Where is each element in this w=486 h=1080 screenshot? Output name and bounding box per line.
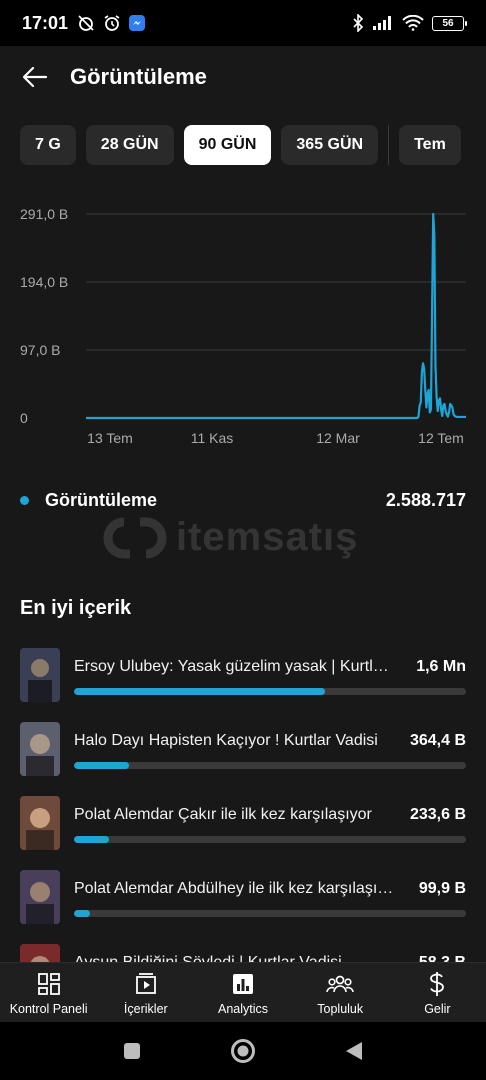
- x-tick-label: 12 Tem: [418, 430, 464, 446]
- content-views: 233,6 B: [409, 806, 466, 823]
- back-nav-icon[interactable]: [344, 1040, 364, 1062]
- messenger-icon: [129, 15, 146, 31]
- chart-legend: Görüntüleme 2.588.717: [20, 490, 466, 511]
- x-tick-label: 13 Tem: [87, 430, 133, 446]
- nav-label: Gelir: [424, 1002, 451, 1016]
- legend-label: Görüntüleme: [45, 490, 158, 510]
- nav-label: Topluluk: [317, 1002, 364, 1016]
- analytics-icon: [233, 974, 253, 994]
- period-selector: 7 G 28 GÜN 90 GÜN 365 GÜN Tem: [20, 125, 461, 165]
- x-tick-label: 12 Mar: [316, 430, 360, 446]
- series-line: [86, 212, 466, 420]
- y-tick-label: 194,0 B: [20, 274, 68, 290]
- community-icon: [326, 975, 354, 993]
- content-views-bar: [74, 762, 466, 769]
- watermark-text: itemsatış: [176, 515, 359, 559]
- content-title: Ersoy Ulubey: Yasak güzelim yasak | Kurt…: [74, 658, 394, 675]
- x-tick-label: 11 Kas: [191, 430, 234, 446]
- recent-apps-icon[interactable]: [122, 1041, 142, 1061]
- nav-item-analytics[interactable]: Analytics: [194, 963, 291, 1022]
- nav-item-content[interactable]: İçerikler: [97, 963, 194, 1022]
- status-bar: 17:01 56: [0, 0, 486, 46]
- content-title: Polat Alemdar Abdülhey ile ilk kez karşı…: [74, 880, 394, 897]
- alarm-clock-icon: [104, 15, 120, 31]
- nav-label: Kontrol Paneli: [9, 1002, 88, 1016]
- y-tick-label: 97,0 B: [20, 342, 60, 358]
- status-system-icons: 56: [352, 14, 467, 32]
- content-item[interactable]: Ersoy Ulubey: Yasak güzelim yasak | Kurt…: [0, 648, 486, 722]
- nav-item-community[interactable]: Topluluk: [292, 963, 389, 1022]
- content-views-bar: [74, 910, 466, 917]
- legend-dot: [20, 496, 29, 505]
- content-item[interactable]: Polat Alemdar Çakır ile ilk kez karşılaş…: [0, 796, 486, 870]
- alarm-off-icon: [78, 15, 94, 31]
- wifi-icon: [402, 15, 424, 31]
- battery-level: 56: [442, 17, 454, 29]
- y-tick-label: 0: [20, 410, 28, 426]
- content-item[interactable]: Halo Dayı Hapisten Kaçıyor ! Kurtlar Vad…: [0, 722, 486, 796]
- content-views-bar: [74, 688, 466, 695]
- nav-item-revenue[interactable]: Gelir: [389, 963, 486, 1022]
- top-content-title: En iyi içerik: [20, 597, 132, 619]
- period-chip-365-gun[interactable]: 365 GÜN: [281, 125, 379, 165]
- content-title: Polat Alemdar Çakır ile ilk kez karşılaş…: [74, 806, 372, 823]
- back-arrow-icon: [22, 66, 48, 88]
- views-total: 2.588.717: [385, 490, 466, 510]
- page-title: Görüntüleme: [70, 64, 207, 89]
- home-icon[interactable]: [230, 1038, 256, 1064]
- back-button[interactable]: [22, 63, 50, 91]
- bluetooth-icon: [353, 14, 364, 32]
- content-views-bar-fill: [74, 836, 110, 843]
- signal-icon: [373, 16, 391, 30]
- content-title: Halo Dayı Hapisten Kaçıyor ! Kurtlar Vad…: [74, 732, 378, 749]
- bottom-nav: Kontrol Paneli İçerikler Analytics Toplu…: [0, 962, 486, 1022]
- period-chip-90-gun[interactable]: 90 GÜN: [183, 125, 272, 165]
- y-tick-label: 291,0 B: [20, 206, 68, 222]
- dollar-icon: [430, 972, 445, 996]
- content-views-bar-fill: [74, 910, 90, 917]
- content-views-bar-fill: [74, 688, 325, 695]
- content-views-bar: [74, 836, 466, 843]
- content-thumbnail: [20, 648, 60, 702]
- app-header: Görüntüleme: [0, 46, 486, 108]
- content-thumbnail: [20, 796, 60, 850]
- nav-label: İçerikler: [123, 1002, 168, 1016]
- nav-item-dashboard[interactable]: Kontrol Paneli: [0, 963, 97, 1022]
- views-chart: 291,0 B 194,0 B 97,0 B 0 13 Tem 11 Kas 12 Mar 1…: [0, 196, 486, 456]
- period-chip-tem[interactable]: Tem: [399, 125, 461, 165]
- content-item[interactable]: Polat Alemdar Abdülhey ile ilk kez karşı…: [0, 870, 486, 944]
- status-notification-icons: [76, 14, 146, 32]
- content-thumbnail: [20, 722, 60, 776]
- status-time: 17:01: [22, 12, 69, 33]
- system-nav-bar: [0, 1022, 486, 1080]
- period-divider: [388, 125, 390, 165]
- content-views-bar-fill: [74, 762, 129, 769]
- nav-label: Analytics: [217, 1002, 269, 1016]
- content-thumbnail: [20, 870, 60, 924]
- content-views: 364,4 B: [409, 732, 466, 749]
- content-views: 99,9 B: [418, 880, 466, 897]
- watermark-logo-icon: [103, 517, 167, 558]
- content-icon: [135, 973, 156, 994]
- watermark: itemsatış: [102, 515, 358, 560]
- dashboard-icon: [37, 973, 60, 995]
- period-chip-28-gun[interactable]: 28 GÜN: [85, 125, 174, 165]
- views-line-chart: 291,0 B 194,0 B 97,0 B 0 13 Tem 11 Kas 12 Mar 1…: [20, 206, 466, 446]
- period-chip-7g[interactable]: 7 G: [20, 125, 76, 165]
- content-views: 1,6 Mn: [416, 658, 466, 675]
- battery-icon: 56: [432, 15, 467, 31]
